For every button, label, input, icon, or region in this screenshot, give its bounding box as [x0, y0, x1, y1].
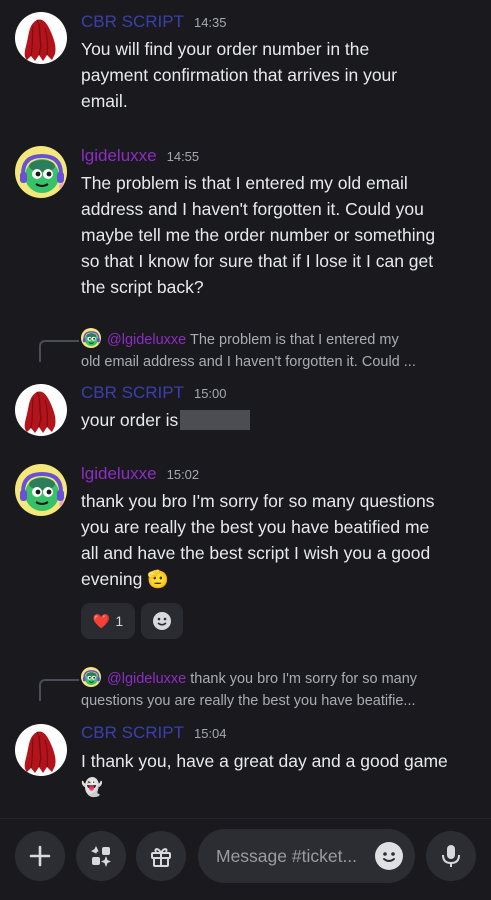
redacted-order-number [180, 410, 251, 430]
avatar[interactable] [15, 464, 67, 516]
message-text: The problem is that I entered my old ema… [81, 173, 436, 297]
avatar[interactable] [15, 724, 67, 776]
reply-avatar [81, 328, 101, 348]
timestamp: 15:02 [166, 467, 200, 482]
plus-icon [29, 845, 51, 867]
gift-icon [151, 848, 171, 867]
author-name[interactable]: CBR SCRIPT [81, 383, 184, 403]
message-list[interactable]: CBR SCRIPT 14:35 You will find your orde… [0, 0, 491, 818]
timestamp: 15:04 [193, 726, 227, 741]
timestamp: 15:00 [193, 386, 227, 401]
message-text: You will find your order number in the p… [81, 39, 398, 111]
emoji-button[interactable] [375, 842, 403, 870]
avatar[interactable] [15, 146, 67, 198]
gift-button[interactable] [136, 831, 186, 881]
message-input-field[interactable] [198, 829, 415, 883]
avatar[interactable] [15, 384, 67, 436]
reaction-count: 1 [115, 613, 124, 629]
apps-button[interactable] [76, 831, 126, 881]
voice-message-button[interactable] [426, 831, 476, 881]
add-attachment-button[interactable] [15, 831, 65, 881]
microphone-icon [442, 845, 460, 867]
message-text: your order is [81, 407, 481, 433]
reply-avatar [81, 667, 101, 687]
reply-mention[interactable]: @lgideluxxe [107, 671, 186, 687]
timestamp: 14:55 [166, 149, 200, 164]
add-reaction-icon [153, 612, 171, 630]
author-name[interactable]: lgideluxxe [81, 146, 157, 166]
emoji-icon [376, 843, 402, 869]
reply-mention[interactable]: @lgideluxxe [107, 332, 186, 348]
message-text: thank you bro I'm sorry for so many ques… [81, 491, 435, 589]
reply-connector [39, 679, 79, 701]
message-text: I thank you, have a great day and a good… [81, 751, 448, 797]
heart-emoji: ❤️ [92, 612, 111, 629]
author-name[interactable]: CBR SCRIPT [81, 723, 184, 743]
author-name[interactable]: CBR SCRIPT [81, 12, 184, 32]
reply-connector [39, 340, 79, 362]
reaction-heart[interactable]: ❤️ 1 [81, 603, 135, 639]
add-reaction-button[interactable] [141, 603, 183, 639]
author-name[interactable]: lgideluxxe [81, 464, 157, 484]
reply-preview[interactable]: @lgideluxxe thank you bro I'm sorry for … [81, 667, 476, 712]
reply-preview[interactable]: @lgideluxxe The problem is that I entere… [81, 328, 476, 373]
timestamp: 14:35 [193, 15, 227, 30]
avatar[interactable] [15, 12, 67, 64]
apps-icon [91, 846, 111, 867]
composer-bar [0, 818, 491, 900]
message-input[interactable] [216, 845, 376, 867]
